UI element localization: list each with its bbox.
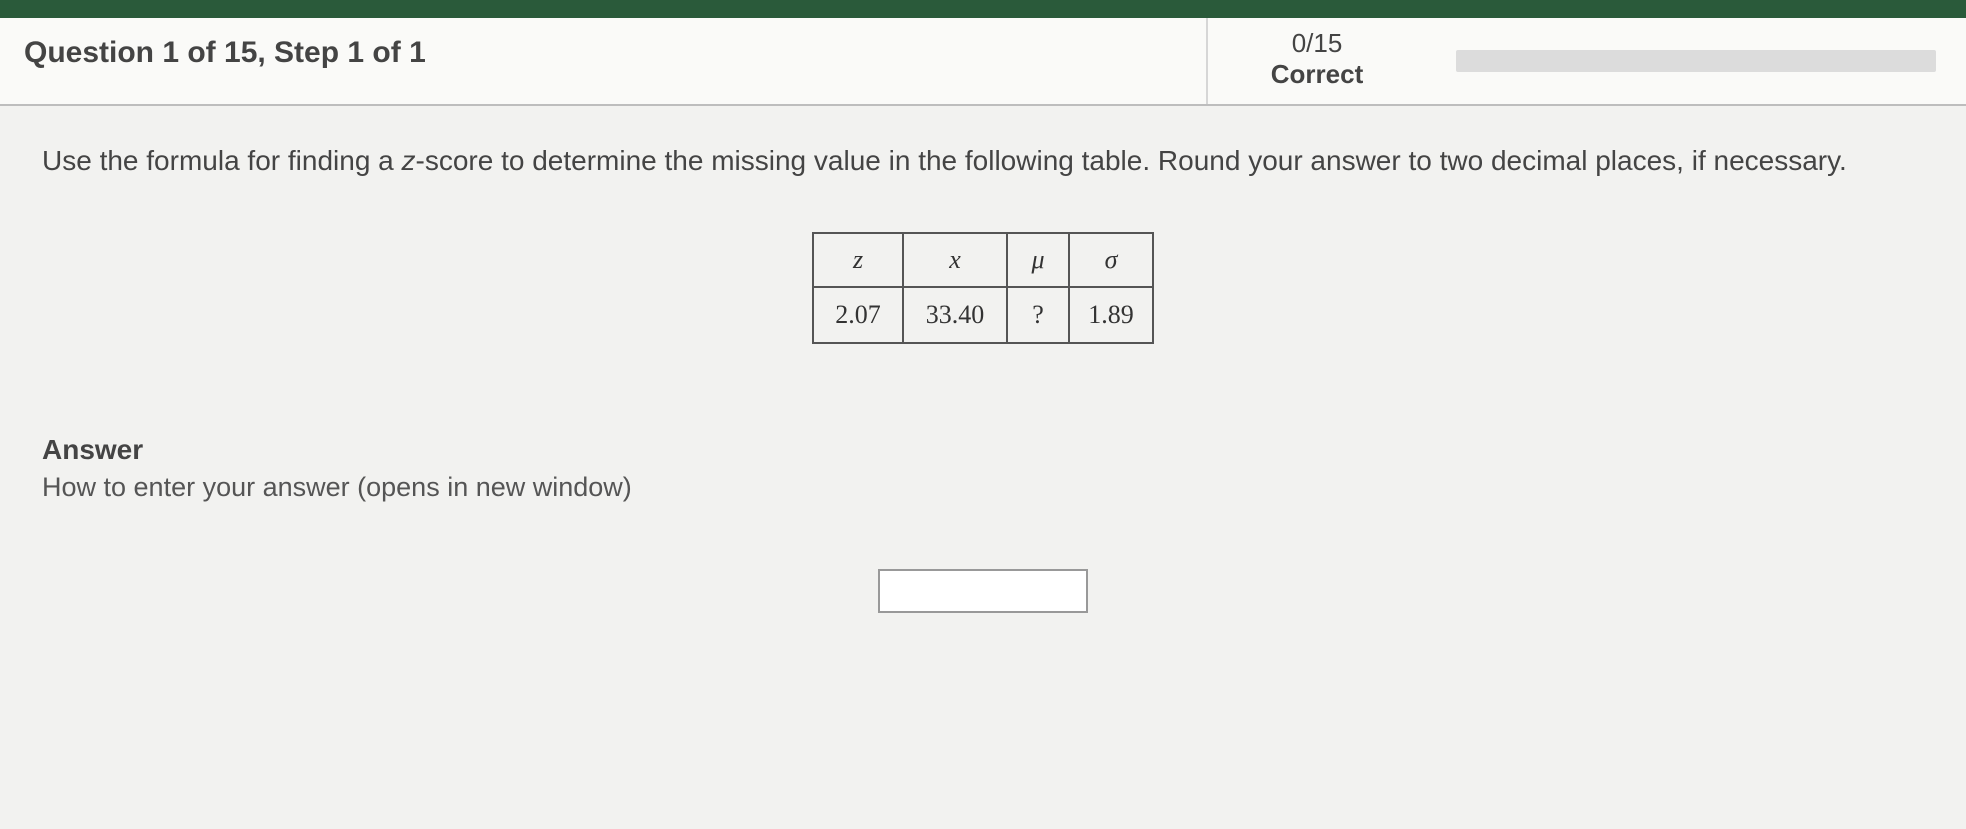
z-italic: z [402,145,416,176]
input-wrap [0,513,1966,613]
answer-help-link[interactable]: How to enter your answer (opens in new w… [42,472,632,502]
score-box: 0/15 Correct [1206,18,1426,104]
table-row: 2.07 33.40 ? 1.89 [813,287,1153,343]
col-header-x: x [903,233,1007,287]
question-text: Use the formula for finding a z-score to… [0,106,1966,190]
cell-z: 2.07 [813,287,903,343]
cell-x: 33.40 [903,287,1007,343]
answer-input[interactable] [878,569,1088,613]
table-header-row: z x μ σ [813,233,1153,287]
table-wrap: z x μ σ 2.07 33.40 ? 1.89 [0,190,1966,364]
question-title: Question 1 of 15, Step 1 of 1 [0,18,1206,104]
col-header-z: z [813,233,903,287]
question-prefix: Use the formula for finding a [42,145,402,176]
cell-sigma: 1.89 [1069,287,1153,343]
answer-heading: Answer [42,434,1938,466]
top-strip [0,0,1966,18]
header-bar: Question 1 of 15, Step 1 of 1 0/15 Corre… [0,18,1966,106]
question-suffix: -score to determine the missing value in… [416,145,1847,176]
col-header-sigma: σ [1069,233,1153,287]
score-value: 0/15 [1292,28,1343,59]
answer-section: Answer How to enter your answer (opens i… [0,364,1966,513]
col-header-mu: μ [1007,233,1069,287]
z-table: z x μ σ 2.07 33.40 ? 1.89 [812,232,1154,344]
progress-area [1426,18,1966,104]
cell-mu: ? [1007,287,1069,343]
progress-bar [1456,50,1936,72]
score-label: Correct [1271,59,1363,90]
